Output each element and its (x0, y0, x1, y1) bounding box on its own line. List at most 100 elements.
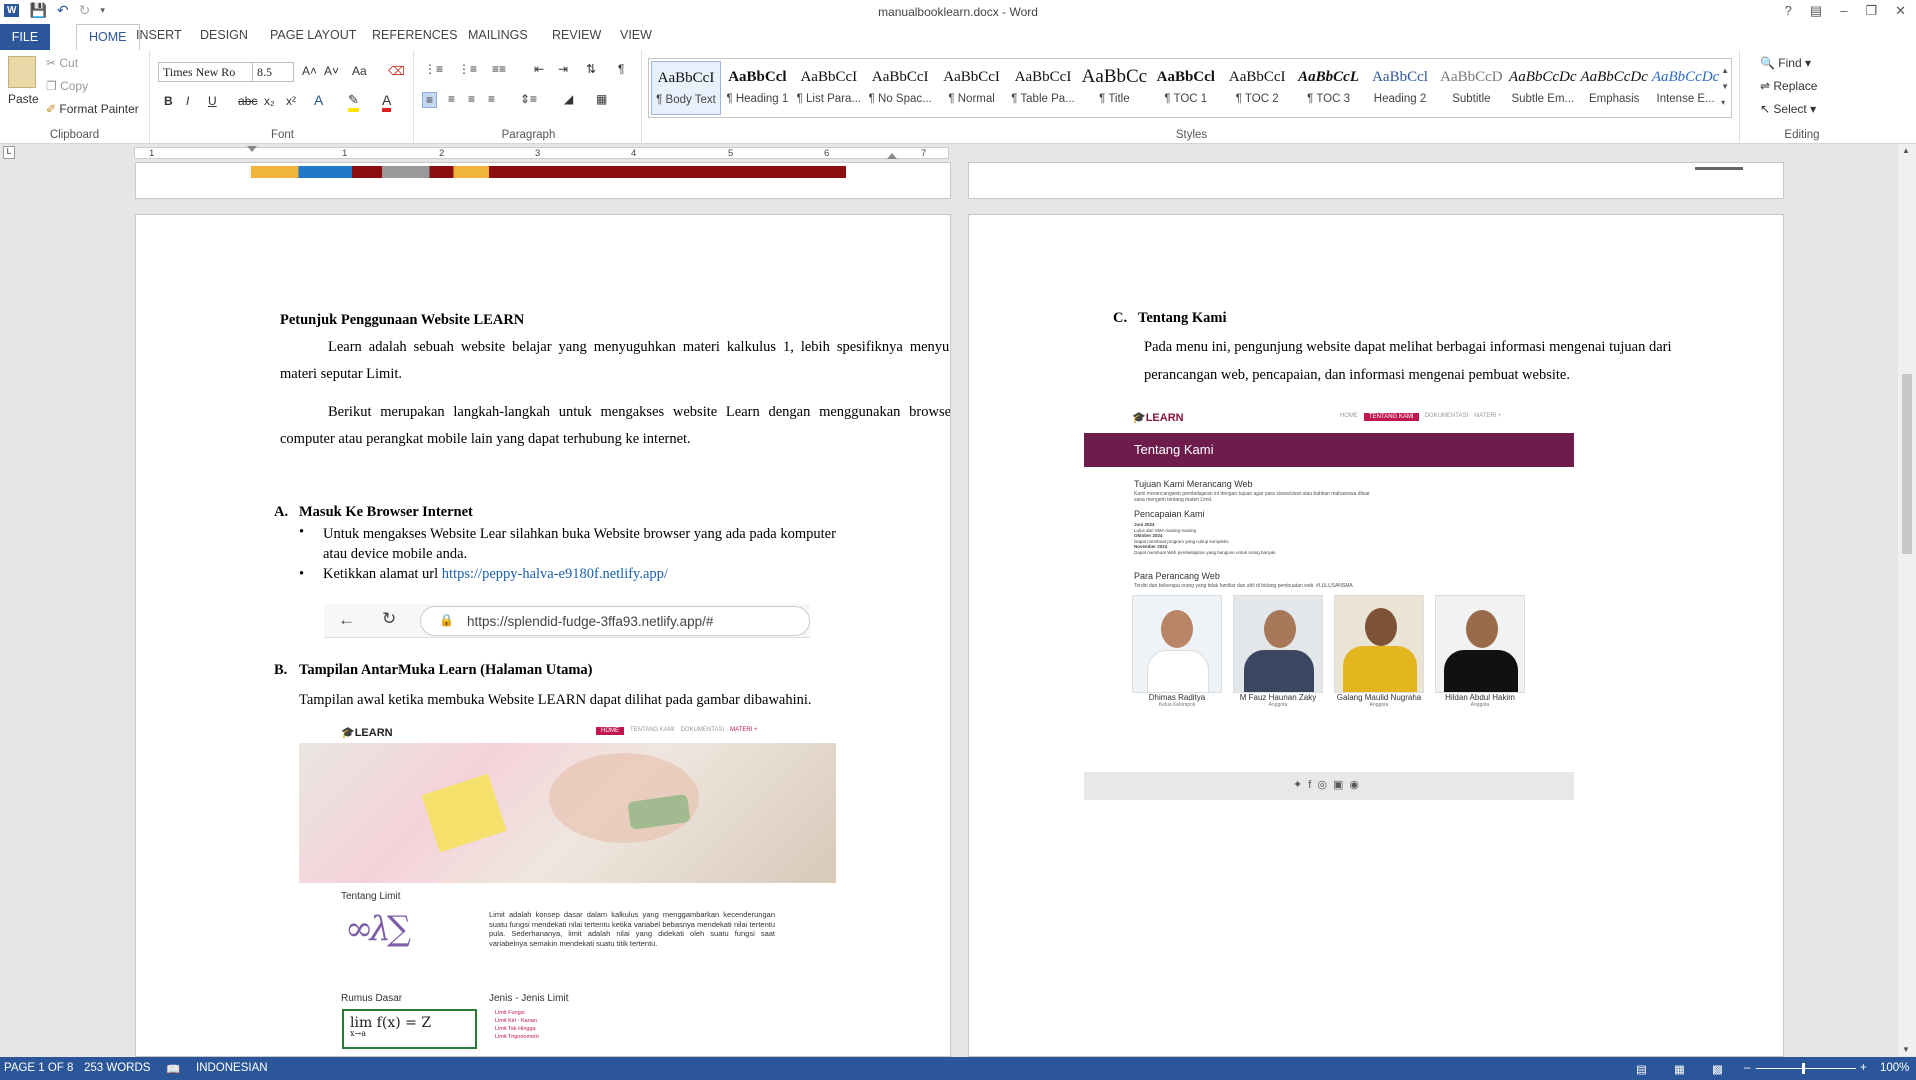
style-toc-2[interactable]: AaBbCcI ¶ TOC 2 (1222, 61, 1292, 115)
minimize-icon[interactable]: – (1840, 3, 1847, 19)
tab-file[interactable]: FILE (0, 24, 50, 50)
restore-icon[interactable]: ❐ (1865, 3, 1877, 19)
style-emphasis[interactable]: AaBbCcDc Emphasis (1579, 61, 1649, 115)
find-button[interactable]: 🔍 Find ▾ (1760, 56, 1811, 70)
format-painter-button[interactable]: ✐ Format Painter (46, 102, 139, 116)
increase-indent-icon[interactable]: ⇥ (558, 62, 568, 76)
superscript-button[interactable]: x² (286, 94, 296, 108)
tab-mailings[interactable]: MAILINGS (468, 28, 528, 42)
paste-button[interactable]: Paste (8, 92, 39, 106)
clear-formatting-icon[interactable]: ⌫ (388, 64, 405, 78)
paste-icon[interactable] (8, 56, 36, 88)
member-name: Hildan Abdul Hakim (1445, 693, 1515, 702)
tab-selector-icon[interactable]: L (3, 146, 15, 159)
print-layout-icon[interactable]: ▦ (1674, 1062, 1685, 1076)
page-count[interactable]: PAGE 1 OF 8 (4, 1062, 73, 1074)
shrink-font-button[interactable]: A˅ (324, 64, 339, 78)
replace-button[interactable]: ⇌ Replace (1760, 79, 1817, 93)
social-footer: ✦f◎▣◉ (1084, 772, 1574, 800)
show-hide-button[interactable]: ¶ (618, 62, 624, 76)
tab-design[interactable]: DESIGN (200, 28, 248, 42)
style-table-pa[interactable]: AaBbCcI ¶ Table Pa... (1008, 61, 1078, 115)
font-name-select[interactable]: Times New Ro (158, 62, 256, 82)
highlight-icon[interactable]: ✎ (348, 92, 359, 112)
select-button[interactable]: ↖ Select ▾ (1760, 102, 1816, 116)
page-1[interactable]: Petunjuk Penggunaan Website LEARN Learn … (135, 214, 951, 1057)
styles-scroll-icon[interactable]: ▲ ▼ ▾ (1721, 63, 1729, 111)
ribbon-display-icon[interactable]: ▤ (1810, 3, 1822, 19)
tab-home[interactable]: HOME (76, 24, 140, 51)
italic-button[interactable]: I (186, 94, 189, 108)
website-link[interactable]: https://peppy-halva-e9180f.netlify.app/ (442, 566, 668, 582)
zoom-slider-handle[interactable] (1802, 1063, 1805, 1074)
mini-nav-tentang: TENTANG KAMI (1364, 413, 1419, 421)
vertical-scrollbar[interactable]: ▲ ▼ (1898, 144, 1916, 1056)
change-case-button[interactable]: Aa (352, 64, 367, 78)
bullets-icon[interactable]: ⋮≡ (424, 62, 443, 76)
font-size-select[interactable]: 8.5 (252, 62, 294, 82)
borders-icon[interactable]: ▦ (596, 92, 607, 106)
align-right-icon[interactable]: ≡ (468, 92, 475, 106)
cut-button[interactable]: ✂ Cut (46, 56, 78, 70)
style-subtle-em[interactable]: AaBbCcDc Subtle Em... (1508, 61, 1578, 115)
horizontal-ruler[interactable]: L 1 1 2 3 4 5 6 7 (0, 144, 1916, 162)
page-2[interactable]: C. Tentang Kami Pada menu ini, pengunjun… (968, 214, 1784, 1057)
perancang-heading: Para Perancang Web (1134, 571, 1220, 581)
mini-nav-home: HOME (596, 727, 624, 735)
justify-icon[interactable]: ≡ (488, 92, 495, 106)
subscript-button[interactable]: x₂ (264, 94, 275, 108)
shading-icon[interactable]: ◢ (564, 92, 573, 106)
strikethrough-button[interactable]: abc (238, 94, 257, 108)
style-subtitle[interactable]: AaBbCcD Subtitle (1436, 61, 1506, 115)
section-c-text: Pada menu ini, pengunjung website dapat … (1144, 339, 1672, 383)
zoom-in-icon[interactable]: + (1860, 1062, 1867, 1074)
vertical-ruler[interactable] (0, 162, 16, 1057)
right-indent-marker[interactable] (887, 153, 897, 159)
zoom-out-icon[interactable]: – (1744, 1062, 1750, 1074)
editing-group-label: Editing (1784, 129, 1820, 141)
style-list-para[interactable]: AaBbCcI ¶ List Para... (794, 61, 864, 115)
style-title[interactable]: AaBbCc ¶ Title (1079, 61, 1149, 115)
scroll-up-icon[interactable]: ▲ (1902, 146, 1910, 155)
multilevel-list-icon[interactable]: ≡≡ (492, 62, 506, 76)
decrease-indent-icon[interactable]: ⇤ (534, 62, 544, 76)
text-effects-icon[interactable]: A (314, 92, 323, 108)
tab-review[interactable]: REVIEW (552, 28, 601, 42)
tab-references[interactable]: REFERENCES (372, 28, 457, 42)
align-left-icon[interactable]: ≡ (422, 92, 438, 108)
style-normal[interactable]: AaBbCcI ¶ Normal (937, 61, 1007, 115)
bold-button[interactable]: B (164, 94, 173, 108)
style-intense-e[interactable]: AaBbCcDc Intense E... (1651, 61, 1721, 115)
style-heading-2[interactable]: AaBbCcl Heading 2 (1365, 61, 1435, 115)
style-toc-3[interactable]: AaBbCcL ¶ TOC 3 (1294, 61, 1364, 115)
underline-button[interactable]: U (208, 94, 217, 108)
style-body-text[interactable]: AaBbCcI ¶ Body Text (651, 61, 721, 115)
language-indicator[interactable]: INDONESIAN (196, 1062, 268, 1074)
tab-page-layout[interactable]: PAGE LAYOUT (270, 28, 356, 42)
tab-insert[interactable]: INSERT (136, 28, 182, 42)
numbering-icon[interactable]: ⋮≡ (458, 62, 477, 76)
first-line-indent-marker[interactable] (247, 146, 257, 152)
line-spacing-icon[interactable]: ⇕≡ (520, 92, 537, 106)
member-photo (1334, 595, 1424, 693)
web-layout-icon[interactable]: ▩ (1712, 1062, 1723, 1076)
zoom-slider[interactable] (1756, 1068, 1856, 1069)
tab-view[interactable]: VIEW (620, 28, 652, 42)
proofing-icon[interactable]: 📖 (166, 1062, 180, 1076)
copy-button[interactable]: ❐ Copy (46, 79, 88, 93)
style-heading-1[interactable]: AaBbCcl ¶ Heading 1 (722, 61, 792, 115)
style-toc-1[interactable]: AaBbCcl ¶ TOC 1 (1151, 61, 1221, 115)
grow-font-button[interactable]: A˄ (302, 64, 317, 78)
scroll-down-icon[interactable]: ▼ (1902, 1045, 1910, 1054)
ruler-track[interactable]: 1 1 2 3 4 5 6 7 (134, 146, 949, 159)
word-count[interactable]: 253 WORDS (84, 1062, 150, 1074)
style-no-spac[interactable]: AaBbCcI ¶ No Spac... (865, 61, 935, 115)
read-mode-icon[interactable]: ▤ (1636, 1062, 1647, 1076)
font-color-icon[interactable]: A (382, 92, 392, 112)
zoom-level[interactable]: 100% (1880, 1062, 1909, 1074)
sort-icon[interactable]: ⇅ (586, 62, 596, 76)
help-icon[interactable]: ? (1785, 3, 1792, 19)
close-icon[interactable]: ✕ (1895, 3, 1906, 19)
align-center-icon[interactable]: ≡ (448, 92, 455, 106)
scrollbar-thumb[interactable] (1902, 374, 1912, 554)
